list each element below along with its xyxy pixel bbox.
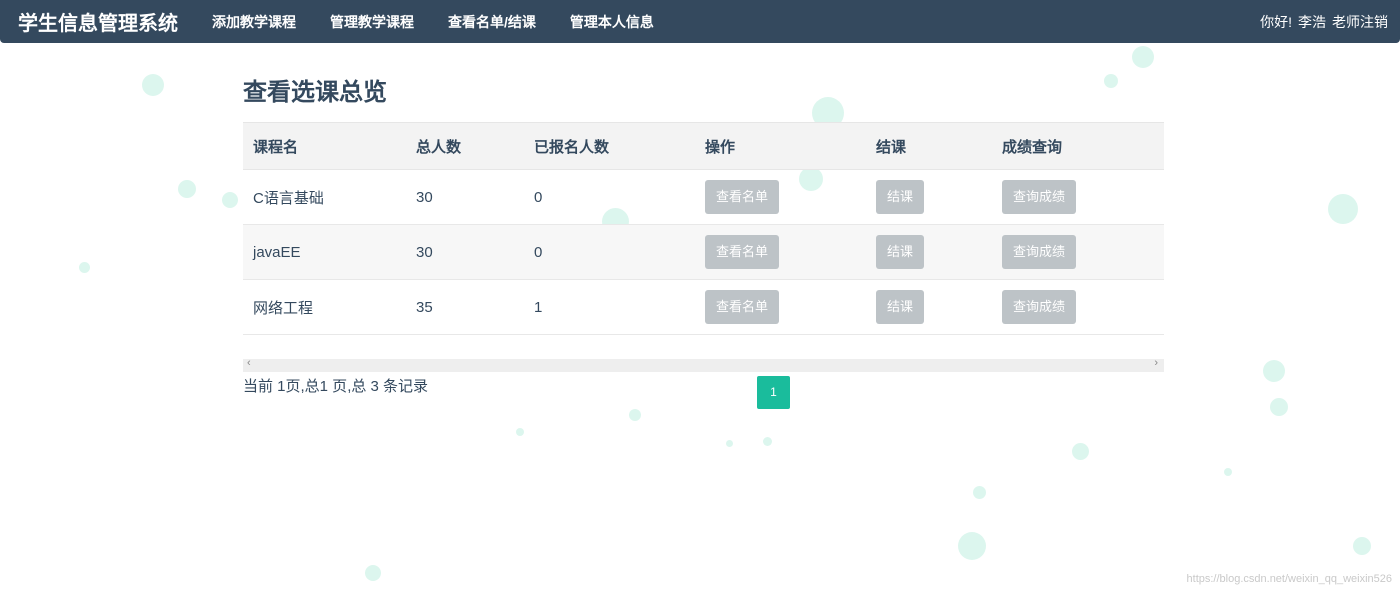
- header-total: 总人数: [406, 122, 524, 170]
- bubble: [1263, 360, 1285, 382]
- query-grades-button[interactable]: 查询成绩: [1002, 290, 1077, 324]
- cell-course-name: C语言基础: [243, 169, 406, 225]
- table-row: C语言基础 30 0 查看名单 结课 查询成绩: [243, 169, 1164, 225]
- header-course-name: 课程名: [243, 122, 406, 170]
- greeting-text: 你好!: [1260, 13, 1292, 30]
- view-roster-button[interactable]: 查看名单: [705, 290, 780, 324]
- nav-manage-profile[interactable]: 管理本人信息: [553, 12, 671, 32]
- cell-enrolled: 0: [524, 224, 695, 280]
- nav-view-roster[interactable]: 查看名单/结课: [431, 12, 553, 32]
- view-roster-button[interactable]: 查看名单: [705, 235, 780, 269]
- bubble: [222, 192, 238, 208]
- bubble: [1328, 194, 1358, 224]
- top-navbar: 学生信息管理系统 添加教学课程 管理教学课程 查看名单/结课 管理本人信息 你好…: [0, 0, 1400, 43]
- cell-total: 35: [406, 279, 524, 335]
- bubble: [365, 565, 381, 581]
- user-area: 你好! 李浩 老师注销: [1260, 0, 1388, 43]
- logout-link[interactable]: 老师注销: [1332, 12, 1388, 32]
- cell-finish: 结课: [866, 279, 992, 335]
- cell-total: 30: [406, 224, 524, 280]
- bubble: [178, 180, 196, 198]
- cell-grades: 查询成绩: [992, 169, 1164, 225]
- view-roster-button[interactable]: 查看名单: [705, 180, 780, 214]
- cell-enrolled: 1: [524, 279, 695, 335]
- cell-action: 查看名单: [695, 279, 866, 335]
- page-title: 查看选课总览: [243, 79, 387, 106]
- bubble: [142, 74, 164, 96]
- bubble: [1072, 443, 1089, 460]
- course-table: 课程名 总人数 已报名人数 操作 结课 成绩查询 C语言基础 30 0 查看名单…: [243, 122, 1164, 335]
- watermark-text: https://blog.csdn.net/weixin_qq_weixin52…: [1186, 573, 1392, 585]
- main-content: 查看选课总览 课程名 总人数 已报名人数 操作 结课 成绩查询 C语言基础 30…: [243, 78, 1164, 412]
- user-name: 李浩: [1298, 13, 1326, 30]
- bubble: [1132, 46, 1154, 68]
- table-row: 网络工程 35 1 查看名单 结课 查询成绩: [243, 279, 1164, 335]
- horizontal-scrollbar[interactable]: ‹ ›: [243, 357, 1164, 372]
- cell-course-name: javaEE: [243, 224, 406, 280]
- cell-finish: 结课: [866, 169, 992, 225]
- page-button-current[interactable]: 1: [757, 376, 790, 409]
- table-row: javaEE 30 0 查看名单 结课 查询成绩: [243, 224, 1164, 280]
- bubble: [763, 437, 772, 446]
- bubble: [958, 532, 986, 560]
- finish-course-button[interactable]: 结课: [876, 290, 925, 324]
- bubble: [726, 440, 733, 447]
- query-grades-button[interactable]: 查询成绩: [1002, 180, 1077, 214]
- bubble: [79, 262, 90, 273]
- scroll-left-icon[interactable]: ‹: [247, 357, 251, 369]
- header-enrolled: 已报名人数: [524, 122, 695, 170]
- cell-finish: 结课: [866, 224, 992, 280]
- nav-add-course[interactable]: 添加教学课程: [195, 12, 313, 32]
- query-grades-button[interactable]: 查询成绩: [1002, 235, 1077, 269]
- bubble: [1224, 468, 1232, 476]
- header-grades: 成绩查询: [992, 122, 1164, 170]
- bubble: [516, 428, 524, 436]
- cell-enrolled: 0: [524, 169, 695, 225]
- brand-title[interactable]: 学生信息管理系统: [18, 7, 178, 36]
- finish-course-button[interactable]: 结课: [876, 235, 925, 269]
- scroll-right-icon[interactable]: ›: [1154, 357, 1158, 369]
- header-action: 操作: [695, 122, 866, 170]
- cell-grades: 查询成绩: [992, 224, 1164, 280]
- bubble: [1270, 398, 1288, 416]
- bubble: [1353, 537, 1371, 555]
- header-finish: 结课: [866, 122, 992, 170]
- nav-manage-courses[interactable]: 管理教学课程: [313, 12, 431, 32]
- bubble: [973, 486, 986, 499]
- pagination-row: 当前 1页,总1 页,总 3 条记录 1: [243, 372, 1164, 412]
- cell-action: 查看名单: [695, 224, 866, 280]
- cell-action: 查看名单: [695, 169, 866, 225]
- cell-course-name: 网络工程: [243, 279, 406, 335]
- cell-total: 30: [406, 169, 524, 225]
- record-count-text: 当前 1页,总1 页,总 3 条记录: [243, 378, 429, 395]
- cell-grades: 查询成绩: [992, 279, 1164, 335]
- finish-course-button[interactable]: 结课: [876, 180, 925, 214]
- table-header-row: 课程名 总人数 已报名人数 操作 结课 成绩查询: [243, 122, 1164, 170]
